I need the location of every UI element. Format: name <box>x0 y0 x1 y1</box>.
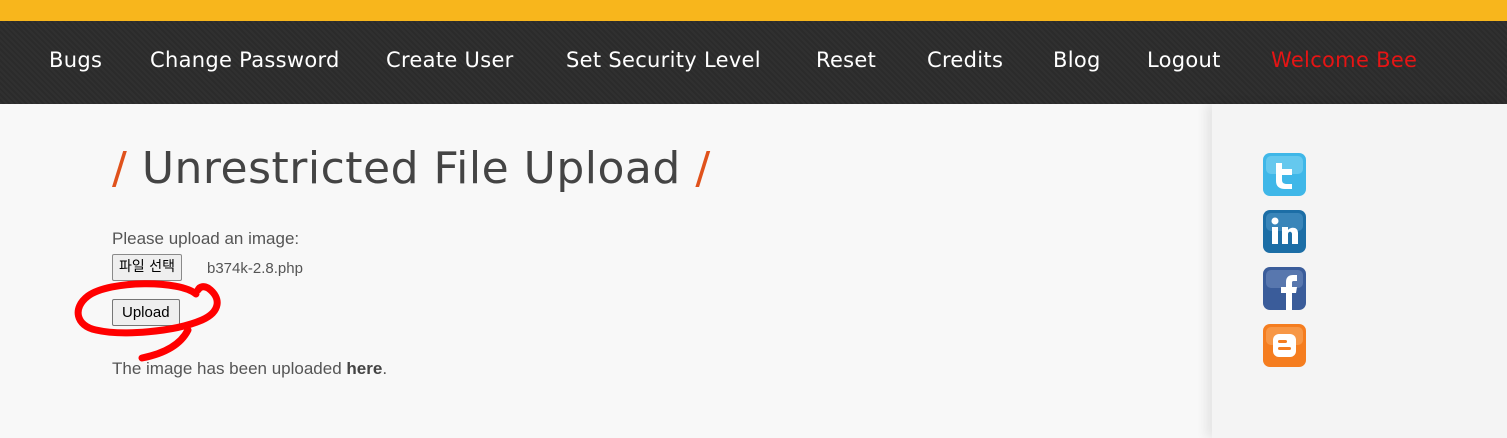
facebook-icon[interactable] <box>1263 267 1306 310</box>
welcome-user: Welcome Bee <box>1271 48 1418 72</box>
title-slash-right: / <box>695 143 711 194</box>
page-title: / Unrestricted File Upload / <box>112 143 711 194</box>
nav-reset[interactable]: Reset <box>816 48 876 72</box>
page-title-text: Unrestricted File Upload <box>141 143 681 194</box>
uploaded-file-link[interactable]: here <box>346 359 382 378</box>
nav-set-security-level[interactable]: Set Security Level <box>566 48 761 72</box>
top-accent-bar <box>0 0 1507 21</box>
upload-result: The image has been uploaded here. <box>112 359 387 379</box>
nav-create-user[interactable]: Create User <box>386 48 514 72</box>
twitter-icon[interactable] <box>1263 153 1306 196</box>
sidebar-panel <box>1212 104 1507 438</box>
result-text: The image has been uploaded <box>112 359 342 378</box>
nav-credits[interactable]: Credits <box>927 48 1003 72</box>
main-navigation: Bugs Change Password Create User Set Sec… <box>0 21 1507 104</box>
blogger-icon[interactable] <box>1263 324 1306 367</box>
nav-bugs[interactable]: Bugs <box>49 48 102 72</box>
title-slash-left: / <box>112 143 128 194</box>
linkedin-icon[interactable] <box>1263 210 1306 253</box>
nav-logout[interactable]: Logout <box>1147 48 1221 72</box>
red-circle-annotation <box>74 280 221 362</box>
nav-blog[interactable]: Blog <box>1053 48 1101 72</box>
nav-change-password[interactable]: Change Password <box>150 48 340 72</box>
upload-prompt: Please upload an image: <box>112 229 300 248</box>
result-period: . <box>382 359 388 378</box>
